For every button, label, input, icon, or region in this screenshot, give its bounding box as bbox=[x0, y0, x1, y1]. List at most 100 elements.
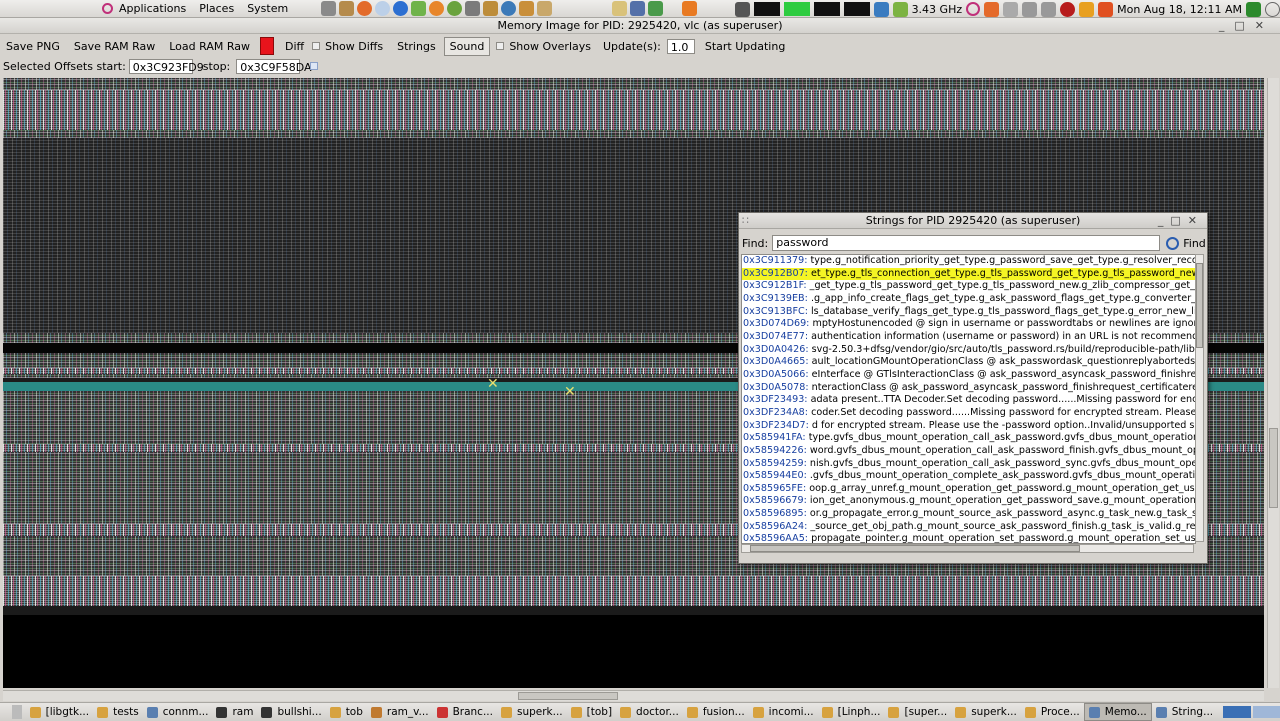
string-result-row[interactable]: 0x3D074D69: mptyHostunencoded @ sign in … bbox=[742, 318, 1195, 331]
chrome-icon[interactable] bbox=[393, 1, 409, 16]
canvas-horizontal-scrollbar[interactable] bbox=[3, 690, 1264, 701]
taskbar-item[interactable]: [super... bbox=[884, 704, 951, 720]
taskbar-item[interactable]: [libgtk... bbox=[26, 704, 93, 720]
taskbar-item[interactable]: String... bbox=[1152, 704, 1217, 720]
menu-applications[interactable]: Applications bbox=[119, 2, 186, 15]
selection-marker-icon[interactable]: ✕ bbox=[564, 384, 576, 400]
app-icon[interactable] bbox=[465, 1, 481, 16]
taskbar-item[interactable]: bullshi... bbox=[257, 704, 325, 720]
minimize-icon[interactable]: _ bbox=[1219, 19, 1235, 32]
alert-icon[interactable] bbox=[1098, 1, 1114, 17]
color-swatch-button[interactable] bbox=[259, 37, 274, 55]
string-result-row[interactable]: 0x3DF23493: adata present..TTA Decoder.S… bbox=[742, 394, 1195, 407]
scrollbar-thumb[interactable] bbox=[1269, 428, 1278, 508]
taskbar-item[interactable]: Proce... bbox=[1021, 704, 1084, 720]
editor-icon[interactable] bbox=[612, 1, 628, 16]
app-icon[interactable] bbox=[483, 1, 499, 16]
load-ram-raw-button[interactable]: Load RAM Raw bbox=[163, 37, 256, 56]
minimize-icon[interactable]: _ bbox=[1158, 214, 1171, 227]
workspace-switcher-icon[interactable] bbox=[1223, 706, 1251, 718]
window-title-bar[interactable]: Memory Image for PID: 2925420, vlc (as s… bbox=[0, 18, 1280, 34]
diff-button[interactable]: Diff bbox=[279, 37, 310, 56]
string-result-row[interactable]: 0x58596A24: _source_get_obj_path.g_mount… bbox=[742, 521, 1195, 534]
string-result-row[interactable]: 0x3C911379: type.g_notification_priority… bbox=[742, 255, 1195, 268]
find-input[interactable]: password bbox=[772, 235, 1161, 251]
save-png-button[interactable]: Save PNG bbox=[0, 37, 66, 56]
monitor-icon[interactable] bbox=[873, 1, 889, 17]
canvas-vertical-scrollbar[interactable] bbox=[1267, 78, 1279, 688]
taskbar-item[interactable]: doctor... bbox=[616, 704, 683, 720]
app-icon[interactable] bbox=[501, 1, 517, 16]
taskbar-item[interactable]: Branc... bbox=[433, 704, 497, 720]
string-result-row[interactable]: 0x585944E0: .gvfs_dbus_mount_operation_c… bbox=[742, 470, 1195, 483]
app-icon[interactable] bbox=[537, 1, 553, 16]
results-horizontal-scrollbar[interactable] bbox=[741, 544, 1194, 553]
terminal-icon[interactable] bbox=[734, 1, 750, 17]
string-result-row[interactable]: 0x3C9139EB: .g_app_info_create_flags_get… bbox=[742, 293, 1195, 306]
string-result-row[interactable]: 0x58596679: ion_get_anonymous.g_mount_op… bbox=[742, 495, 1195, 508]
strings-dialog-title-bar[interactable]: ∷ Strings for PID 2925420 (as superuser)… bbox=[739, 213, 1207, 229]
folder-icon[interactable] bbox=[339, 1, 355, 16]
clock[interactable]: Mon Aug 18, 12:11 AM bbox=[1117, 3, 1242, 16]
package-icon[interactable] bbox=[682, 1, 698, 16]
taskbar-item[interactable]: connm... bbox=[143, 704, 213, 720]
menu-places[interactable]: Places bbox=[199, 2, 234, 15]
menu-system[interactable]: System bbox=[247, 2, 288, 15]
power-icon[interactable] bbox=[1265, 1, 1280, 17]
string-result-row[interactable]: 0x585941FA: type.gvfs_dbus_mount_operati… bbox=[742, 432, 1195, 445]
string-result-row[interactable]: 0x3C912B1F: _get_type.g_tls_password_get… bbox=[742, 280, 1195, 293]
warning-icon[interactable] bbox=[1079, 1, 1095, 17]
maximize-icon[interactable]: □ bbox=[1234, 19, 1254, 32]
offset-stop-input[interactable]: 0x3C9F58DA bbox=[236, 58, 312, 74]
taskbar-item[interactable]: tests bbox=[93, 704, 143, 720]
find-button[interactable]: Find bbox=[1166, 236, 1206, 250]
selection-marker-icon[interactable]: ✕ bbox=[487, 376, 499, 392]
update-icon[interactable] bbox=[984, 1, 1000, 17]
app-icon[interactable] bbox=[447, 1, 463, 16]
string-result-row[interactable]: 0x3D0A5066: eInterface @ GTlsInteraction… bbox=[742, 369, 1195, 382]
taskbar-item[interactable]: [tob] bbox=[567, 704, 616, 720]
launcher-icon[interactable] bbox=[321, 1, 337, 16]
string-result-row[interactable]: 0x3D0A5078: nteractionClass @ ask_passwo… bbox=[742, 382, 1195, 395]
apply-offsets-icon[interactable] bbox=[310, 62, 319, 70]
show-overlays-checkbox[interactable]: Show Overlays bbox=[496, 40, 591, 53]
workspace-switcher-icon[interactable] bbox=[1252, 706, 1280, 718]
string-result-row[interactable]: 0x58596895: or.g_propagate_error.g_mount… bbox=[742, 508, 1195, 521]
taskbar-item[interactable]: tob bbox=[326, 704, 367, 720]
results-vertical-scrollbar[interactable] bbox=[1195, 254, 1204, 542]
taskbar-item[interactable]: Memo... bbox=[1083, 703, 1152, 721]
taskbar-item[interactable]: superk... bbox=[497, 704, 567, 720]
string-result-row[interactable]: 0x58594259: nish.gvfs_dbus_mount_operati… bbox=[742, 458, 1195, 471]
volume-icon[interactable] bbox=[1041, 1, 1057, 17]
scrollbar-thumb[interactable] bbox=[750, 545, 1080, 552]
offset-start-input[interactable]: 0x3C923FD9 bbox=[128, 58, 204, 74]
taskbar-item[interactable]: ram bbox=[212, 704, 257, 720]
save-ram-raw-button[interactable]: Save RAM Raw bbox=[68, 37, 161, 56]
string-result-row[interactable]: 0x3DF234D7: d for encrypted stream. Plea… bbox=[742, 420, 1195, 433]
string-result-row[interactable]: 0x3D0A4665: ault_locationGMountOperation… bbox=[742, 356, 1195, 369]
strings-button[interactable]: Strings bbox=[391, 37, 442, 56]
firefox-icon[interactable] bbox=[357, 1, 373, 16]
maximize-icon[interactable]: □ bbox=[1170, 214, 1187, 227]
app-icon[interactable] bbox=[519, 1, 535, 16]
start-updating-button[interactable]: Start Updating bbox=[699, 37, 791, 56]
string-result-row[interactable]: 0x58594226: word.gvfs_dbus_mount_operati… bbox=[742, 445, 1195, 458]
string-result-row[interactable]: 0x3D0A0426: svg-2.50.3+dfsg/vendor/gio/s… bbox=[742, 344, 1195, 357]
calculator-icon[interactable] bbox=[648, 1, 664, 16]
scrollbar-thumb[interactable] bbox=[518, 692, 618, 700]
show-desktop-icon[interactable] bbox=[12, 705, 22, 719]
taskbar-item[interactable]: incomi... bbox=[749, 704, 818, 720]
string-result-row[interactable]: 0x585965FE: oop.g_array_unref.g_mount_op… bbox=[742, 483, 1195, 496]
string-result-row[interactable]: 0x3C912B07: et_type.g_tls_connection_get… bbox=[742, 267, 1195, 281]
string-result-row[interactable]: 0x3C913BFC: ls_database_verify_flags_get… bbox=[742, 306, 1195, 319]
sound-button[interactable]: Sound bbox=[443, 36, 491, 56]
scrollbar-thumb[interactable] bbox=[1196, 263, 1203, 348]
search-icon[interactable] bbox=[630, 1, 646, 16]
string-result-row[interactable]: 0x3D074E77: authentication information (… bbox=[742, 331, 1195, 344]
taskbar-item[interactable]: ram_v... bbox=[367, 704, 433, 720]
taskbar-item[interactable]: superk... bbox=[951, 704, 1021, 720]
app-icon[interactable] bbox=[411, 1, 427, 16]
browser-icon[interactable] bbox=[375, 1, 391, 16]
close-icon[interactable]: ✕ bbox=[1255, 19, 1274, 32]
app-icon[interactable] bbox=[429, 1, 445, 16]
